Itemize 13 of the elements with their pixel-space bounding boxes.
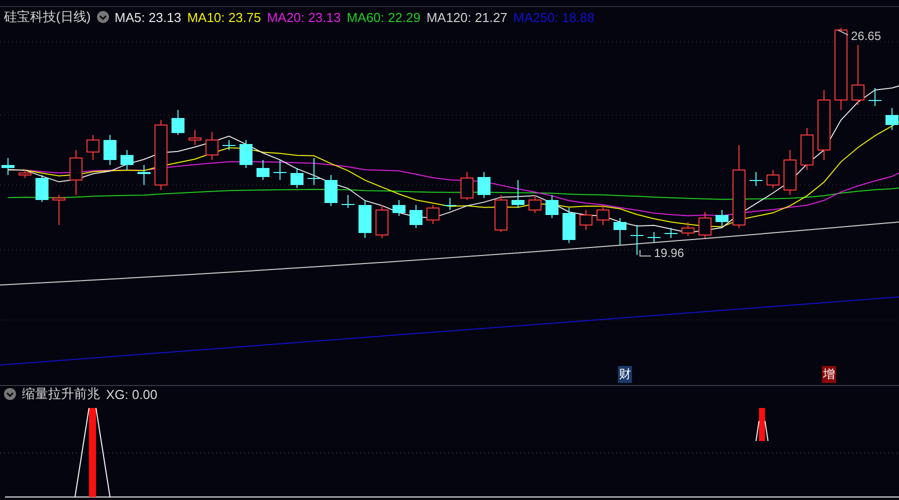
- indicator-reading: XG: 0.00: [106, 386, 158, 402]
- indicator-title: 缩量拉升前兆: [22, 385, 100, 403]
- moving-average-reading: MA250: 18.88: [513, 10, 594, 24]
- price-label: 26.65: [851, 29, 882, 43]
- moving-average-reading: MA5: 23.13: [114, 10, 182, 24]
- moving-average-reading: MA10: 23.75: [187, 10, 261, 24]
- moving-average-reading: MA120: 21.27: [426, 10, 508, 24]
- event-marker[interactable]: 增: [822, 366, 836, 383]
- price-label: 19.96: [654, 246, 684, 260]
- moving-average-reading: MA20: 23.13: [266, 10, 341, 24]
- event-marker[interactable]: 财: [618, 366, 632, 383]
- moving-average-reading: MA60: 22.29: [346, 10, 420, 24]
- chart-title: 硅宝科技(日线): [4, 8, 91, 26]
